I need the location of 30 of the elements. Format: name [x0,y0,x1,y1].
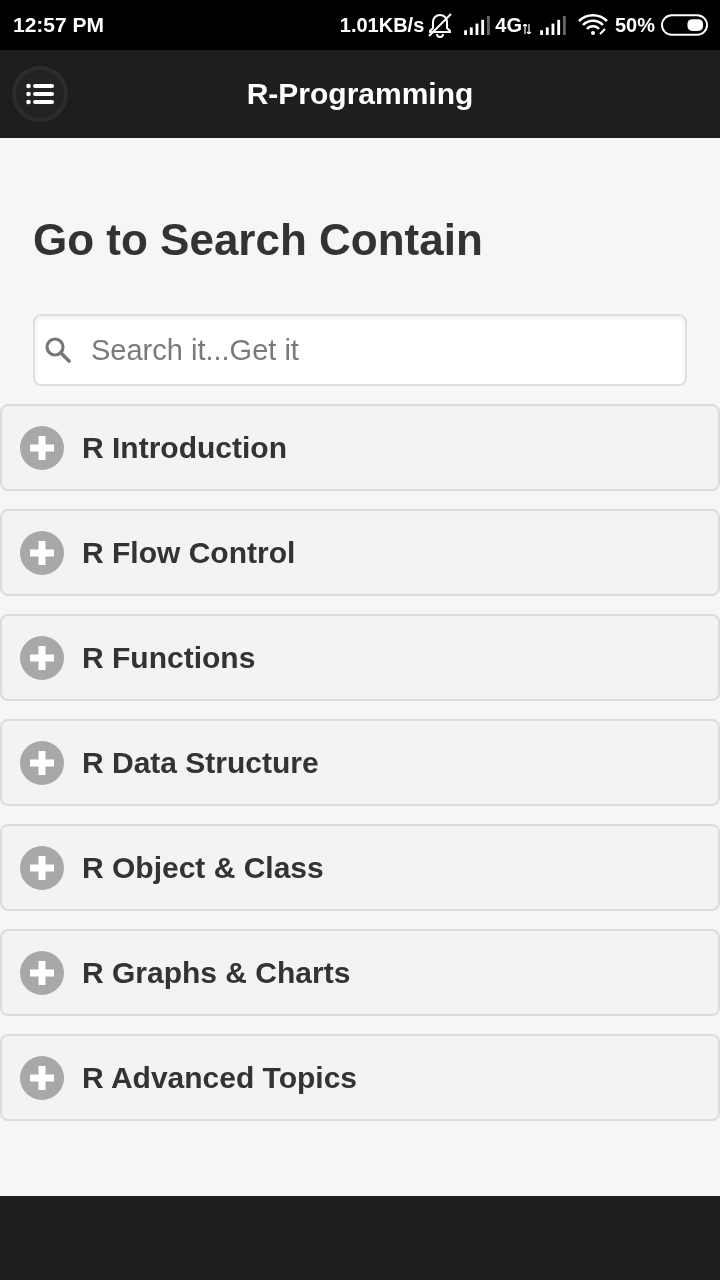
data-arrows-icon [522,24,531,34]
wifi-icon [577,14,608,36]
signal-icon [463,15,491,35]
section-title: R Graphs & Charts [82,955,351,990]
section-title: R Flow Control [82,535,296,570]
section-title: R Object & Class [82,850,324,885]
menu-icon [26,83,54,105]
network-type: 4G [495,13,522,37]
search-icon [45,337,71,363]
signal-icon [538,15,566,35]
app-title: R-Programming [246,77,474,111]
network-speed: 1.01KB/s [339,13,425,37]
search-field[interactable]: Search it...Get it [33,314,687,386]
battery-percent: 50% [614,13,655,37]
accordion-item[interactable]: R Data Structure [0,719,720,806]
accordion-item[interactable]: R Introduction [0,404,720,491]
accordion-item[interactable]: R Advanced Topics [0,1034,720,1121]
accordion-item[interactable]: R Graphs & Charts [0,929,720,1016]
section-title: R Advanced Topics [82,1060,358,1095]
section-title: R Functions [82,640,256,675]
section-title: R Introduction [82,430,287,465]
muted-bell-icon [427,12,454,38]
status-time: 12:57 PM [13,13,105,37]
accordion-item[interactable]: R Flow Control [0,509,720,596]
accordion-item[interactable]: R Functions [0,614,720,701]
accordion-item[interactable]: R Object & Class [0,824,720,911]
battery-icon [661,14,708,36]
section-title: R Data Structure [82,745,319,780]
page-heading: Go to Search Contain [33,214,484,266]
menu-button[interactable] [12,66,68,122]
